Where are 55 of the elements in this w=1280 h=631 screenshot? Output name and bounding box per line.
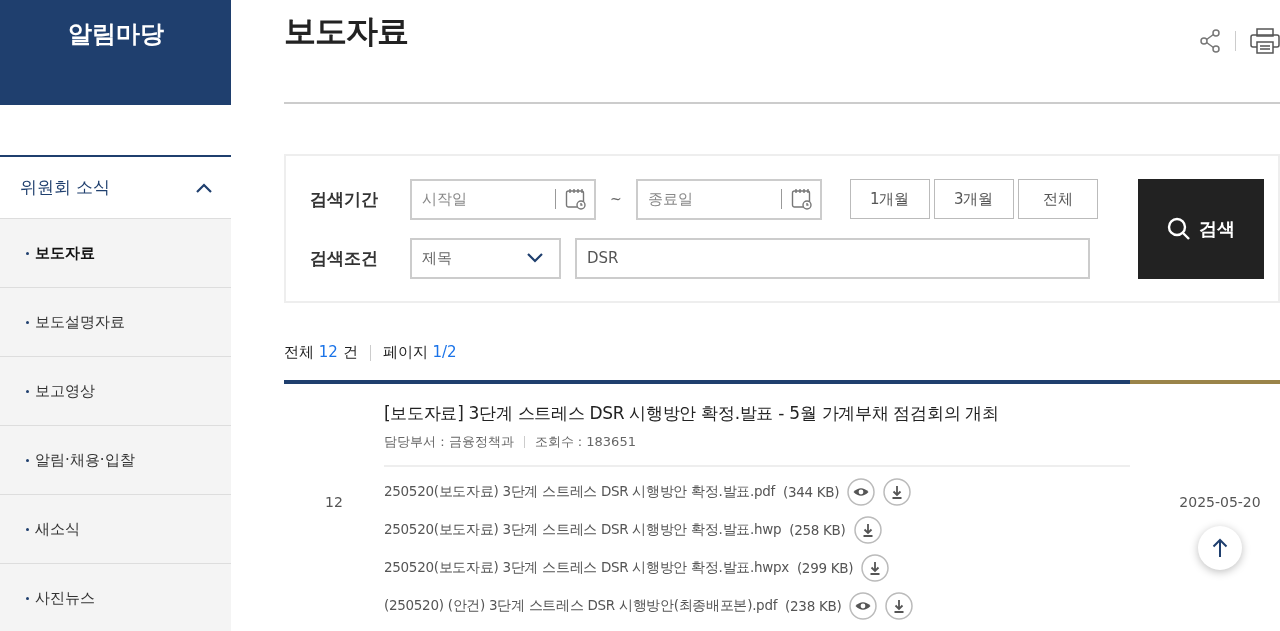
search-button[interactable]: 검색 bbox=[1137, 178, 1264, 279]
sidebar-item[interactable]: 보도자료 bbox=[0, 219, 231, 288]
bullet-icon bbox=[26, 389, 29, 393]
sidebar-item[interactable]: 알림·채용·입찰 bbox=[0, 426, 231, 495]
scroll-top-button[interactable] bbox=[1198, 526, 1242, 570]
row-number: 12 bbox=[324, 494, 344, 510]
sidebar-item[interactable]: 보도설명자료 bbox=[0, 288, 231, 357]
attachment-link[interactable]: 250520(보도자료) 3단계 스트레스 DSR 시행방안 확정.발표.pdf bbox=[384, 483, 775, 501]
attachment-link[interactable]: 250520(보도자료) 3단계 스트레스 DSR 시행방안 확정.발표.hwpx bbox=[384, 559, 789, 577]
bullet-icon bbox=[26, 458, 29, 462]
file-size: (258 KB) bbox=[789, 522, 846, 538]
section-title: 알림마당 bbox=[67, 19, 164, 50]
keyword-field[interactable]: DSR bbox=[575, 237, 1090, 279]
period-button[interactable]: 1개월 bbox=[849, 179, 930, 219]
sidebar-item[interactable]: 보고영상 bbox=[0, 357, 231, 426]
start-date-field[interactable]: 시작일 bbox=[410, 178, 596, 220]
period-button[interactable]: 전체 bbox=[1017, 179, 1098, 219]
file-size: (344 KB) bbox=[782, 484, 840, 500]
print-icon[interactable] bbox=[1250, 28, 1280, 54]
page-indicator: 페이지 1/2 bbox=[382, 343, 457, 362]
download-icon[interactable] bbox=[883, 478, 912, 506]
department-text: 담당부서 : 금융정책과 bbox=[384, 433, 514, 451]
field-label: 검색조건 bbox=[310, 246, 379, 270]
download-icon[interactable] bbox=[885, 592, 914, 620]
bullet-icon bbox=[26, 596, 29, 600]
file-size: (238 KB) bbox=[785, 598, 842, 614]
page-title: 보도자료 bbox=[284, 11, 408, 52]
period-button[interactable]: 3개월 bbox=[933, 179, 1014, 219]
attachment-link[interactable]: (250520) (안건) 3단계 스트레스 DSR 시행방안(최종배포본).pdf bbox=[384, 597, 778, 615]
bullet-icon bbox=[26, 320, 29, 324]
arrow-up-icon bbox=[1212, 538, 1228, 558]
sidebar-item[interactable]: 새소식 bbox=[0, 495, 231, 564]
file-size: (299 KB) bbox=[796, 560, 854, 576]
search-icon bbox=[1166, 216, 1191, 241]
preview-eye-icon[interactable] bbox=[847, 478, 876, 506]
end-date-field[interactable]: 종료일 bbox=[635, 178, 822, 220]
sidebar-item[interactable]: 사진뉴스 bbox=[0, 564, 231, 631]
calendar-icon[interactable] bbox=[790, 187, 813, 210]
total-count: 전체 12 건 bbox=[284, 343, 358, 362]
attachment-link[interactable]: 250520(보도자료) 3단계 스트레스 DSR 시행방안 확정.발표.hwp bbox=[384, 521, 782, 539]
range-separator: ~ bbox=[610, 191, 622, 207]
field-label: 검색기간 bbox=[310, 187, 379, 211]
preview-eye-icon[interactable] bbox=[849, 592, 878, 620]
condition-dropdown[interactable]: 제목 bbox=[410, 237, 561, 279]
download-icon[interactable] bbox=[861, 554, 890, 582]
download-icon[interactable] bbox=[853, 516, 882, 544]
chevron-icon bbox=[195, 181, 213, 194]
view-count: 조회수 : 183651 bbox=[534, 433, 636, 451]
chevron-down-icon bbox=[527, 253, 543, 263]
article-title-link[interactable]: [보도자료] 3단계 스트레스 DSR 시행방안 확정.발표 - 5월 가계부채 점검회의 개최 bbox=[384, 402, 1130, 425]
post-date: 2025-05-20 bbox=[1178, 494, 1262, 510]
bullet-icon bbox=[26, 527, 29, 531]
calendar-icon[interactable] bbox=[565, 187, 587, 210]
bullet-icon bbox=[26, 251, 29, 255]
share-icon[interactable] bbox=[1199, 29, 1221, 53]
